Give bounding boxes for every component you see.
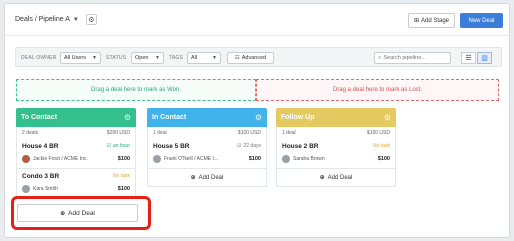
add-deal-button[interactable]: ⊕ Add Deal xyxy=(147,169,267,187)
stage-column-follow-up: Follow Up ⚙ 1 deal $100 USD House 2 BR N… xyxy=(276,108,396,187)
deal-count: 2 deals xyxy=(22,130,39,136)
pipeline-title[interactable]: Deals / Pipeline A xyxy=(15,16,70,23)
task-status[interactable]: No task xyxy=(113,173,130,179)
highlight-annotation xyxy=(11,196,151,230)
avatar xyxy=(22,155,30,163)
chevron-down-icon: ▼ xyxy=(155,55,160,61)
chevron-down-icon: ▼ xyxy=(212,55,217,61)
advanced-filter-button[interactable]: ☷ Advanced xyxy=(227,52,274,64)
breadcrumb[interactable]: Deals / Pipeline A ▼ ⚙ xyxy=(15,14,97,25)
deal-amount: $100 xyxy=(248,156,261,162)
plus-circle-icon: ⊕ xyxy=(190,175,196,181)
board-view-button[interactable]: ▥ xyxy=(477,52,492,64)
deal-owner-label: DEAL OWNER xyxy=(21,55,57,61)
list-view-button[interactable]: ☰ xyxy=(461,52,476,64)
gear-icon[interactable]: ⚙ xyxy=(124,113,131,122)
avatar xyxy=(282,155,290,163)
stage-total: $100 USD xyxy=(237,130,261,136)
add-deal-button[interactable]: ⊕ Add Deal xyxy=(276,169,396,187)
deal-count: 1 deal xyxy=(282,130,296,136)
avatar xyxy=(153,155,161,163)
task-status[interactable]: ☑ an hour xyxy=(107,143,130,149)
lost-drop-zone[interactable]: Drag a deal here to mark as Lost. xyxy=(256,79,499,101)
stage-column-to-contact: To Contact ⚙ 2 deals $200 USD House 4 BR… xyxy=(16,108,136,199)
chevron-down-icon: ▼ xyxy=(92,55,97,61)
deal-card[interactable]: House 2 BR No task Sandra Brown $100 xyxy=(276,139,396,169)
deal-contact: Sandra Brown xyxy=(282,155,325,163)
app-window: Deals / Pipeline A ▼ ⚙ ⊞ Add Stage New D… xyxy=(4,3,510,238)
list-icon: ☰ xyxy=(465,55,472,62)
sliders-icon: ☷ xyxy=(234,55,240,61)
tags-label: TAGS xyxy=(169,55,184,61)
check-icon: ☑ xyxy=(106,143,112,149)
board-icon: ▥ xyxy=(481,55,488,62)
gear-icon[interactable]: ⚙ xyxy=(384,113,391,122)
plus-circle-icon: ⊕ xyxy=(319,175,325,181)
deal-amount: $100 xyxy=(117,186,130,192)
deal-amount: $100 xyxy=(377,156,390,162)
new-deal-button[interactable]: New Deal xyxy=(460,13,503,28)
add-stage-button[interactable]: ⊞ Add Stage xyxy=(408,13,455,28)
deal-count: 1 deal xyxy=(153,130,167,136)
stage-total: $200 USD xyxy=(106,130,130,136)
deal-contact: Frank O'Neill / ACME I... xyxy=(153,155,218,163)
deal-card[interactable]: House 5 BR ☑ 22 days Frank O'Neill / ACM… xyxy=(147,139,267,169)
stage-total: $100 USD xyxy=(366,130,390,136)
stage-title: To Contact xyxy=(21,114,58,121)
page-header: Deals / Pipeline A ▼ ⚙ ⊞ Add Stage New D… xyxy=(5,4,509,36)
gear-icon[interactable]: ⚙ xyxy=(255,113,262,122)
stage-summary: 2 deals $200 USD xyxy=(16,127,136,139)
search-input[interactable] xyxy=(383,55,446,61)
status-label: STATUS xyxy=(106,55,127,61)
avatar xyxy=(22,185,30,193)
pipeline-settings-button[interactable]: ⚙ xyxy=(85,14,97,25)
stage-title: In Contact xyxy=(152,114,187,121)
tags-select[interactable]: All ▼ xyxy=(187,52,221,64)
deal-owner-select[interactable]: All Users ▼ xyxy=(60,52,101,64)
status-select[interactable]: Open ▼ xyxy=(131,52,164,64)
stage-summary: 1 deal $100 USD xyxy=(147,127,267,139)
deal-contact: Kara Smith xyxy=(22,185,58,193)
search-icon: ⌕ xyxy=(378,54,382,61)
deal-contact: Jackie Frost / ACME Inc. xyxy=(22,155,88,163)
check-icon: ☑ xyxy=(237,143,242,149)
deal-card[interactable]: House 4 BR ☑ an hour Jackie Frost / ACME… xyxy=(16,139,136,169)
deal-card[interactable]: Condo 3 BR No task Kara Smith $100 xyxy=(16,169,136,199)
task-status[interactable]: No task xyxy=(373,143,390,149)
stage-column-in-contact: In Contact ⚙ 1 deal $100 USD House 5 BR … xyxy=(147,108,267,187)
filter-bar: DEAL OWNER All Users ▼ STATUS Open ▼ TAG… xyxy=(15,47,502,67)
stage-header[interactable]: Follow Up ⚙ xyxy=(276,108,396,127)
stage-header[interactable]: To Contact ⚙ xyxy=(16,108,136,127)
won-drop-zone[interactable]: Drag a deal here to mark as Won. xyxy=(16,79,256,101)
columns-icon: ⊞ xyxy=(413,18,419,24)
stage-summary: 1 deal $100 USD xyxy=(276,127,396,139)
caret-down-icon[interactable]: ▼ xyxy=(73,17,79,23)
stage-title: Follow Up xyxy=(281,114,315,121)
stage-header[interactable]: In Contact ⚙ xyxy=(147,108,267,127)
search-box[interactable]: ⌕ xyxy=(374,52,451,64)
gear-icon: ⚙ xyxy=(88,16,95,24)
deal-amount: $100 xyxy=(117,156,130,162)
task-status[interactable]: ☑ 22 days xyxy=(237,143,261,149)
